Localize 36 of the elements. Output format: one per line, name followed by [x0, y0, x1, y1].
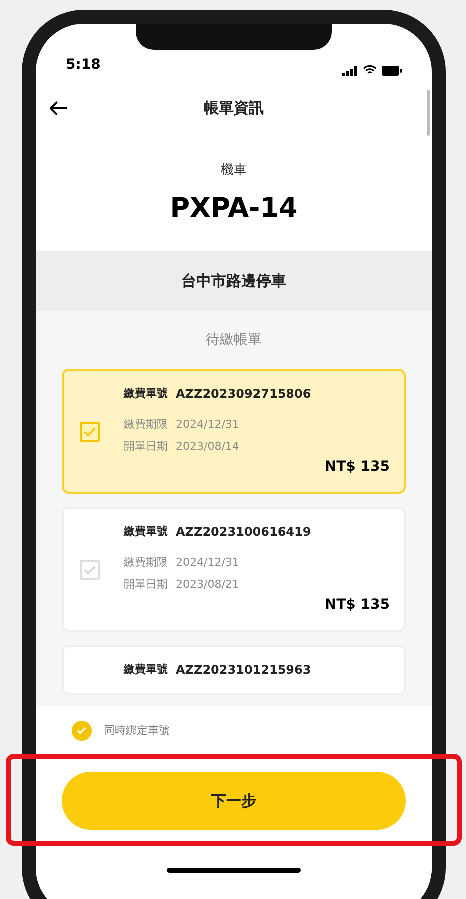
- due-label: 繳費期限: [124, 417, 168, 433]
- issued-label: 開單日期: [124, 438, 168, 454]
- back-arrow-icon[interactable]: [50, 100, 68, 116]
- bill-card[interactable]: 繳費單號 AZZ2023101215963: [62, 645, 406, 695]
- bill-number-label: 繳費單號: [124, 524, 168, 540]
- signal-icon: [342, 66, 358, 76]
- next-button[interactable]: 下一步: [62, 772, 406, 830]
- issued-label: 開單日期: [124, 576, 168, 592]
- license-plate: PXPA-14: [170, 192, 298, 226]
- checkbox[interactable]: [80, 422, 100, 442]
- bind-checkbox[interactable]: [72, 721, 92, 741]
- bill-card[interactable]: 繳費單號 AZZ2023092715806 繳費期限 2024/12/31 開單日期 2023/08/14 NT$ 135: [62, 369, 406, 494]
- bill-amount: NT$ 135: [324, 596, 390, 615]
- due-label: 繳費期限: [124, 555, 168, 571]
- check-icon: [76, 725, 88, 737]
- page-title: 帳單資訊: [204, 98, 264, 119]
- bill-number: AZZ2023101215963: [176, 662, 312, 679]
- issued-date: 2023/08/21: [176, 576, 240, 592]
- battery-icon: [382, 66, 402, 76]
- bill-number-label: 繳費單號: [124, 662, 168, 678]
- bill-number-label: 繳費單號: [124, 386, 168, 402]
- scrollbar: [427, 90, 430, 136]
- bill-amount: NT$ 135: [324, 458, 390, 477]
- bill-number: AZZ2023092715806: [176, 386, 312, 403]
- bind-label: 同時綁定車號: [104, 722, 170, 739]
- due-date: 2024/12/31: [176, 417, 240, 433]
- section-header: 台中市路邊停車: [36, 251, 432, 311]
- vehicle-type: 機車: [221, 162, 247, 180]
- status-time: 5:18: [66, 56, 101, 75]
- bill-number: AZZ2023100616419: [176, 524, 312, 541]
- wifi-icon: [363, 65, 377, 76]
- due-date: 2024/12/31: [176, 555, 240, 571]
- bill-card[interactable]: 繳費單號 AZZ2023100616419 繳費期限 2024/12/31 開單日期 2023/08/21 NT$ 135: [62, 507, 406, 632]
- issued-date: 2023/08/14: [176, 438, 240, 454]
- checkbox[interactable]: [80, 560, 100, 580]
- bills-heading: 待繳帳單: [205, 330, 263, 350]
